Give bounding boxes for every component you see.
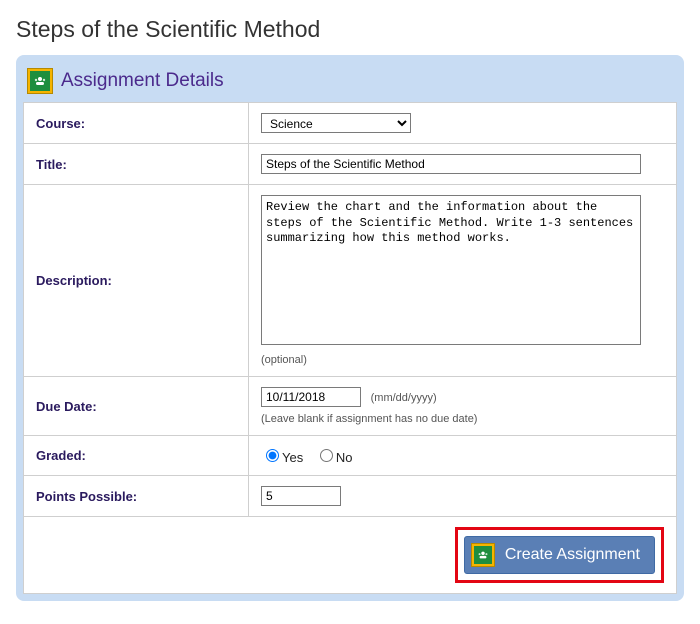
graded-yes-radio[interactable]: [266, 449, 279, 462]
graded-no-label: No: [336, 450, 353, 465]
graded-radiogroup: Yes No: [261, 450, 360, 465]
description-textarea[interactable]: [261, 195, 641, 345]
assignment-panel: Assignment Details Course: Science Title…: [16, 55, 684, 601]
google-classroom-icon: [471, 543, 495, 567]
due-date-label: Due Date:: [24, 377, 249, 436]
points-input[interactable]: [261, 486, 341, 506]
assignment-form: Course: Science Title: Description: (opt…: [23, 102, 677, 594]
title-input[interactable]: [261, 154, 641, 174]
graded-yes-label: Yes: [282, 450, 303, 465]
google-classroom-icon: [27, 68, 53, 94]
title-label: Title:: [24, 144, 249, 185]
graded-yes-option[interactable]: Yes: [261, 450, 303, 465]
graded-label: Graded:: [24, 436, 249, 476]
create-assignment-button[interactable]: Create Assignment: [464, 536, 655, 574]
panel-header: Assignment Details: [23, 62, 677, 102]
create-button-highlight: Create Assignment: [455, 527, 664, 583]
course-label: Course:: [24, 103, 249, 144]
description-hint: (optional): [261, 354, 664, 366]
page-heading: Steps of the Scientific Method: [16, 16, 684, 43]
course-select[interactable]: Science: [261, 113, 411, 133]
due-date-input[interactable]: [261, 387, 361, 407]
due-date-blank-hint: (Leave blank if assignment has no due da…: [261, 413, 664, 425]
description-label: Description:: [24, 185, 249, 377]
points-label: Points Possible:: [24, 476, 249, 517]
graded-no-radio[interactable]: [320, 449, 333, 462]
graded-no-option[interactable]: No: [315, 450, 353, 465]
panel-title: Assignment Details: [61, 70, 224, 92]
due-date-format-hint: (mm/dd/yyyy): [371, 392, 437, 404]
create-button-label: Create Assignment: [505, 546, 640, 564]
